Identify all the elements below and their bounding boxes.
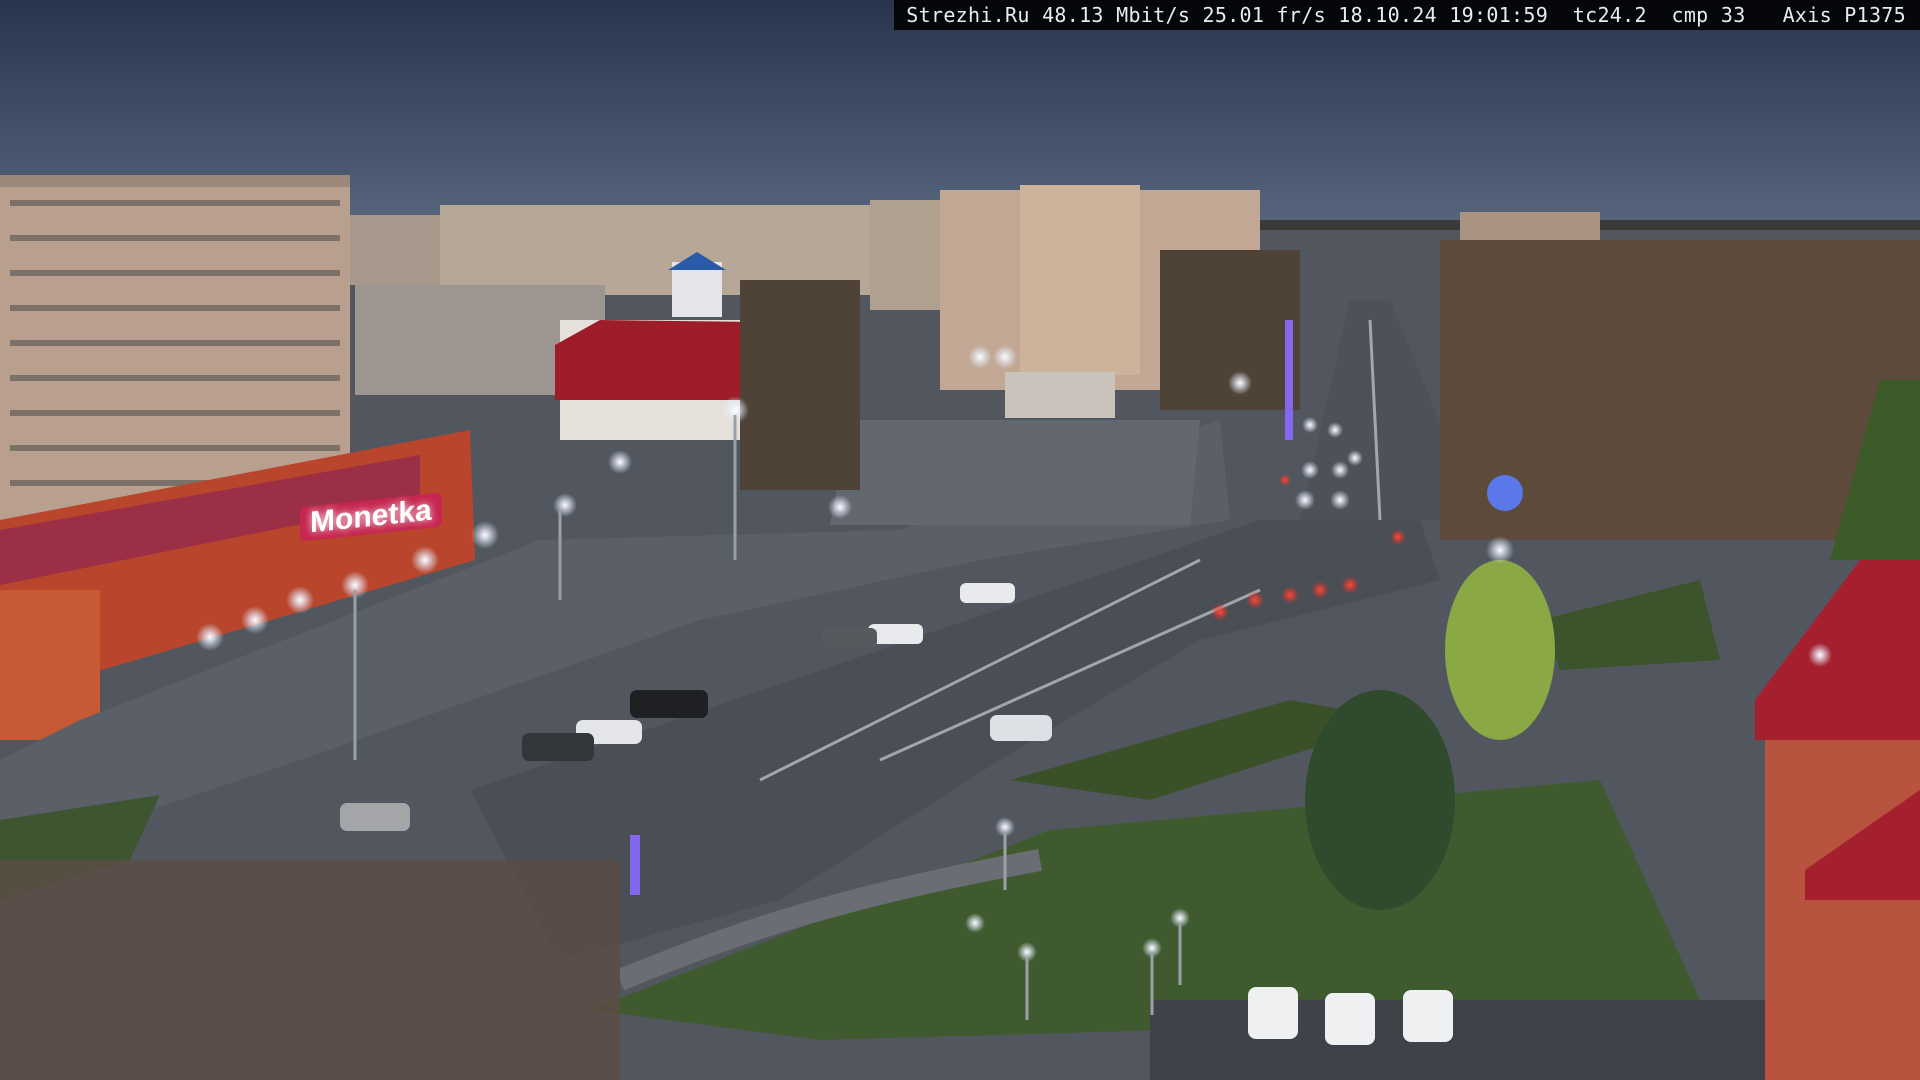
camera-osd-overlay: Strezhi.Ru 48.13 Mbit/s 25.01 fr/s 18.10…	[894, 0, 1920, 30]
upper-plaza	[830, 420, 1200, 525]
birch-tree	[1445, 560, 1555, 740]
osd-framerate: 25.01 fr/s	[1202, 3, 1326, 27]
camera-frame: Monetka Strezhi.Ru 48.13 Mbit/s 25.01 fr…	[0, 0, 1920, 1080]
osd-bitrate: 48.13 Mbit/s	[1042, 3, 1191, 27]
osd-cmp: cmp 33	[1671, 3, 1746, 27]
red-roof	[555, 320, 760, 400]
foreground-trees	[0, 860, 620, 1080]
tower-blue-roof	[672, 262, 722, 317]
street-scene	[0, 0, 1920, 1080]
parking-area	[1150, 1000, 1770, 1080]
osd-datetime: 18.10.24 19:01:59	[1338, 3, 1549, 27]
building-center-small	[1005, 372, 1115, 418]
osd-tc: tc24.2	[1572, 3, 1647, 27]
conifer-tree	[1305, 690, 1455, 910]
osd-camera-model: Axis P1375	[1782, 3, 1906, 27]
osd-site: Strezhi.Ru	[906, 3, 1030, 27]
